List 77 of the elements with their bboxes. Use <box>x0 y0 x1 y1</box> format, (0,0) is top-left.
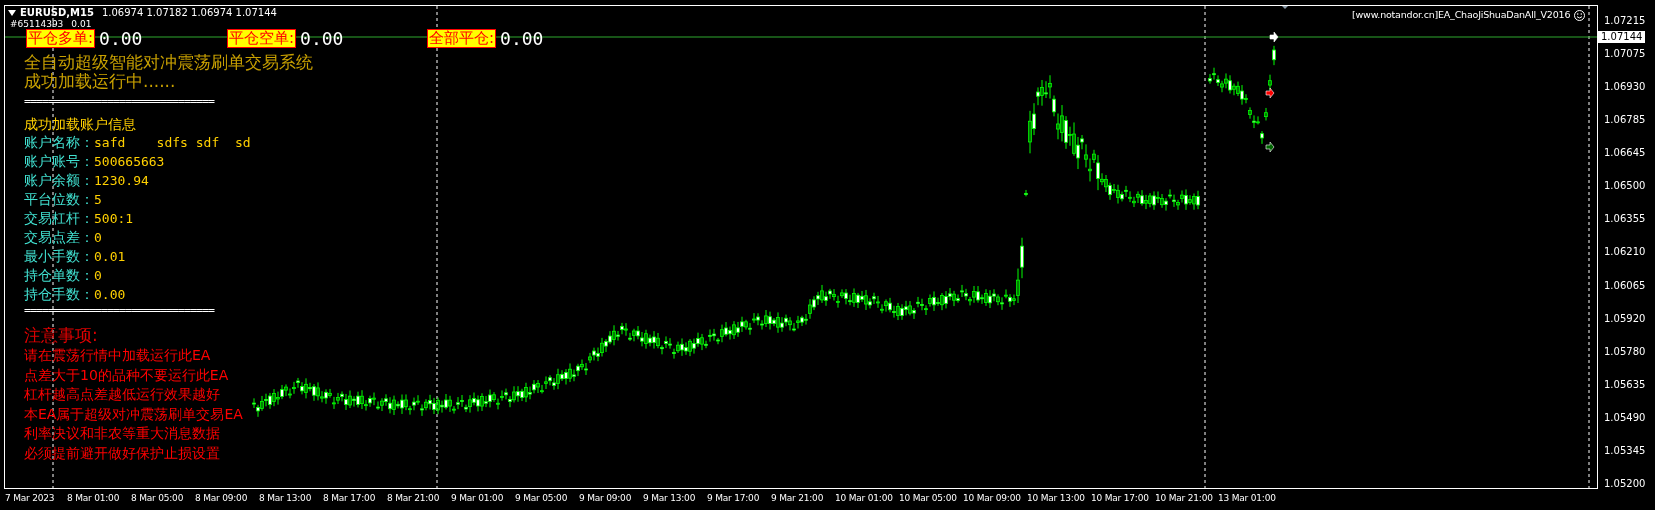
field-value: 1230.94 <box>94 172 149 190</box>
close-value: 0.00 <box>300 29 344 48</box>
time-tick-label: 9 Mar 05:00 <box>515 492 568 504</box>
field-value: 500:1 <box>94 210 134 228</box>
close-button[interactable]: 平仓多单: <box>26 29 96 48</box>
price-tick-label: 1.07215 <box>1604 14 1646 27</box>
time-tick-label: 10 Mar 21:00 <box>1155 492 1213 504</box>
field-value: 0.01 <box>94 248 126 266</box>
price-tick-label: 1.05490 <box>1604 411 1646 424</box>
field-label: 最小手数： <box>24 247 94 266</box>
field-label: 平台位数： <box>24 190 94 209</box>
notice-text: 本EA属于超级对冲震荡刷单交易EA <box>24 404 243 424</box>
separator-text: ================================ <box>24 304 214 316</box>
current-price-label: 1.07144 <box>1598 31 1646 43</box>
time-tick-label: 7 Mar 2023 <box>5 492 55 504</box>
time-tick-label: 10 Mar 13:00 <box>1027 492 1085 504</box>
price-tick-label: 1.05780 <box>1604 345 1646 358</box>
time-tick-label: 10 Mar 05:00 <box>899 492 957 504</box>
price-tick-label: 1.06645 <box>1604 147 1646 160</box>
price-tick-label: 1.05635 <box>1604 378 1646 391</box>
time-tick-label: 8 Mar 13:00 <box>259 492 312 504</box>
price-tick-label: 1.06785 <box>1604 114 1646 126</box>
price-tick-label: 1.06210 <box>1604 246 1646 259</box>
time-tick-label: 9 Mar 13:00 <box>643 492 696 504</box>
field-label: 账户余额： <box>24 171 94 190</box>
field-value: 500665663 <box>94 153 165 171</box>
ea-name-label: [www.notandor.cn]EA_ChaoJiShuaDanAll_V2016 <box>1352 8 1571 22</box>
notice-text: 利率决议和非农等重大消息数据 <box>24 424 220 443</box>
field-value: 0 <box>94 229 102 247</box>
time-tick-label: 9 Mar 09:00 <box>579 492 632 504</box>
field-label: 交易杠杆： <box>24 209 94 228</box>
separator-text: ================================ <box>24 95 214 107</box>
order-label: #65114393 <box>10 20 64 29</box>
time-tick-label: 9 Mar 01:00 <box>451 492 504 504</box>
price-tick-label: 1.06930 <box>1604 80 1646 93</box>
notice-text: 请在震荡行情中加载运行此EA <box>24 346 211 365</box>
field-label: 账户名称： <box>24 133 94 152</box>
section-heading: 成功加载账户信息 <box>24 115 136 133</box>
status-text: 成功加载运行中...... <box>24 72 176 91</box>
close-button[interactable]: 平仓空单: <box>227 29 297 48</box>
time-tick-label: 8 Mar 17:00 <box>323 492 376 504</box>
field-value: safd sdfs sdf sd <box>94 134 251 152</box>
close-value: 0.00 <box>500 29 544 48</box>
notice-text: 点差大于10的品种不要运行此EA <box>24 365 229 385</box>
price-tick-label: 1.07075 <box>1604 47 1646 60</box>
field-value: 0 <box>94 267 102 285</box>
close-button[interactable]: 全部平仓: <box>427 29 497 48</box>
notice-heading: 注意事项: <box>24 324 98 346</box>
time-tick-label: 8 Mar 05:00 <box>131 492 184 504</box>
price-tick-label: 1.05345 <box>1604 445 1646 457</box>
field-label: 交易点差： <box>24 228 94 247</box>
notice-text: 必须提前避开做好保护止损设置 <box>24 443 220 463</box>
price-tick-label: 1.06500 <box>1604 180 1646 193</box>
time-tick-label: 10 Mar 01:00 <box>835 492 893 504</box>
time-tick-label: 9 Mar 17:00 <box>707 492 760 504</box>
field-label: 持仓手数： <box>24 285 94 304</box>
time-tick-label: 8 Mar 21:00 <box>387 492 440 504</box>
time-tick-label: 8 Mar 01:00 <box>67 492 120 504</box>
ohlc-prices: 1.06974 1.07182 1.06974 1.07144 <box>101 7 277 19</box>
status-text: 全自动超级智能对冲震荡刷单交易系统 <box>24 53 313 72</box>
notice-text: 杠杆越高点差越低运行效果越好 <box>24 385 220 404</box>
close-value: 0.00 <box>99 29 143 48</box>
field-label: 账户账号： <box>24 152 94 171</box>
symbol-label: EURUSD,M15 <box>20 7 94 19</box>
time-tick-label: 8 Mar 09:00 <box>195 492 248 504</box>
field-value: 0.00 <box>94 286 126 304</box>
time-tick-label: 10 Mar 17:00 <box>1091 492 1149 504</box>
price-tick-label: 1.05200 <box>1604 478 1646 491</box>
field-value: 5 <box>94 191 102 209</box>
order-lots: 0.01 <box>71 20 92 29</box>
price-tick-label: 1.05920 <box>1604 312 1646 325</box>
price-tick-label: 1.06355 <box>1604 213 1646 226</box>
field-label: 持仓单数： <box>24 266 94 285</box>
time-tick-label: 13 Mar 01:00 <box>1218 492 1276 504</box>
time-tick-label: 10 Mar 09:00 <box>963 492 1021 504</box>
time-tick-label: 9 Mar 21:00 <box>771 492 824 504</box>
price-tick-label: 1.06065 <box>1604 279 1646 292</box>
